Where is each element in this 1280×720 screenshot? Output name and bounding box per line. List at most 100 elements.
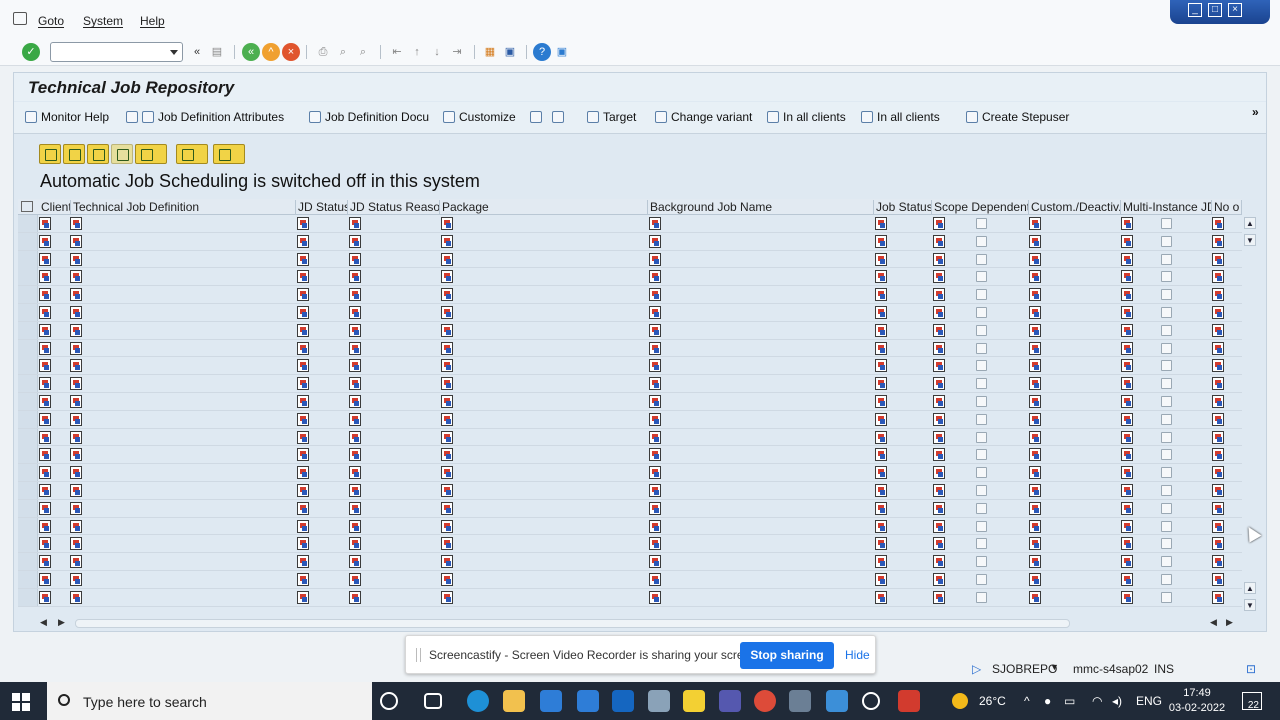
row-selector[interactable] <box>18 303 38 321</box>
change-variant-button[interactable]: Change variant <box>655 110 752 124</box>
scroll-right-end-icon[interactable]: ▶ <box>1226 617 1233 628</box>
checkbox[interactable] <box>1161 395 1172 407</box>
table-row[interactable] <box>18 339 1242 358</box>
table-row[interactable] <box>18 410 1242 429</box>
wifi-icon[interactable]: ◠ <box>1092 694 1102 708</box>
undo-button[interactable] <box>552 110 568 124</box>
row-selector[interactable] <box>18 392 38 410</box>
column-header[interactable]: Package <box>440 200 648 214</box>
checkbox[interactable] <box>1161 289 1172 301</box>
row-selector[interactable] <box>18 428 38 446</box>
checkbox[interactable] <box>1161 591 1172 603</box>
table-row[interactable] <box>18 446 1242 465</box>
table-row[interactable] <box>18 357 1242 376</box>
battery-icon[interactable]: ▭ <box>1064 694 1075 708</box>
edge-icon[interactable] <box>467 690 489 712</box>
table-row[interactable] <box>18 428 1242 447</box>
checkbox[interactable] <box>976 378 987 390</box>
checkbox[interactable] <box>976 573 987 585</box>
magic-wand-button[interactable] <box>530 110 546 124</box>
table-row[interactable] <box>18 215 1242 233</box>
clock[interactable]: 17:49 03-02-2022 <box>1168 686 1226 716</box>
find-icon[interactable] <box>87 144 109 164</box>
maximize-icon[interactable]: □ <box>1208 3 1222 17</box>
file-explorer-icon[interactable] <box>503 690 525 712</box>
hide-button[interactable]: Hide <box>845 648 870 662</box>
page-up-icon[interactable]: ▲ <box>1244 582 1256 594</box>
table-row[interactable] <box>18 250 1242 269</box>
row-selector[interactable] <box>18 570 38 588</box>
checkbox[interactable] <box>1161 484 1172 496</box>
scroll-thumb[interactable] <box>75 619 1070 628</box>
checkbox[interactable] <box>1161 573 1172 585</box>
weather-icon[interactable] <box>952 693 968 709</box>
table-row[interactable] <box>18 232 1242 251</box>
menu-help[interactable]: Help <box>140 14 165 28</box>
store-icon[interactable] <box>540 690 562 712</box>
new-session-icon[interactable]: ▦ <box>481 43 499 61</box>
checkbox[interactable] <box>976 395 987 407</box>
customize-button[interactable]: Customize <box>443 110 516 124</box>
help-icon[interactable]: ? <box>533 43 551 61</box>
row-selector[interactable] <box>18 232 38 250</box>
row-selector[interactable] <box>18 410 38 428</box>
page-down-icon[interactable]: ▼ <box>1244 234 1256 246</box>
job-definition-docu-button[interactable]: Job Definition Docu <box>309 110 429 124</box>
language[interactable]: ENG <box>1136 694 1162 708</box>
column-header[interactable]: JD Status <box>296 200 348 214</box>
monitor-help-button[interactable]: Monitor Help <box>25 110 109 124</box>
row-selector[interactable] <box>18 250 38 268</box>
collapse-icon[interactable]: « <box>188 43 206 61</box>
close-icon[interactable]: × <box>1228 3 1242 17</box>
minimize-icon[interactable]: _ <box>1188 3 1202 17</box>
checkbox[interactable] <box>1161 502 1172 514</box>
menu-system[interactable]: System <box>83 14 123 28</box>
checkbox[interactable] <box>1161 360 1172 372</box>
app-icon[interactable] <box>898 690 920 712</box>
prev-page-icon[interactable]: ↑ <box>408 43 426 61</box>
settings-gear-icon[interactable] <box>862 692 880 710</box>
checkbox[interactable] <box>976 235 987 247</box>
checkbox[interactable] <box>976 413 987 425</box>
table-row[interactable] <box>18 375 1242 393</box>
task-view-icon[interactable] <box>424 693 442 709</box>
checkbox[interactable] <box>1161 449 1172 461</box>
mail-icon[interactable] <box>577 690 599 712</box>
in-all-clients-button[interactable]: In all clients <box>767 110 846 124</box>
table-row[interactable] <box>18 303 1242 322</box>
create-stepuser-button[interactable]: Create Stepuser <box>966 110 1069 124</box>
select-all-icon[interactable] <box>21 201 33 212</box>
column-header[interactable]: Background Job Name <box>648 200 874 214</box>
checkbox[interactable] <box>976 253 987 265</box>
microphone-icon[interactable]: ● <box>1044 694 1051 708</box>
export-icon[interactable] <box>176 144 208 164</box>
checkbox[interactable] <box>1161 378 1172 390</box>
column-header[interactable]: Client <box>39 200 71 214</box>
row-selector[interactable] <box>18 446 38 464</box>
row-selector[interactable] <box>18 286 38 304</box>
checkbox[interactable] <box>976 449 987 461</box>
table-row[interactable] <box>18 464 1242 482</box>
menu-goto[interactable]: Goto <box>38 14 64 28</box>
column-header[interactable]: Scope Dependent <box>932 200 1029 214</box>
checkbox[interactable] <box>976 342 987 354</box>
chrome-icon[interactable] <box>754 690 776 712</box>
row-selector[interactable] <box>18 588 38 606</box>
row-selector[interactable] <box>18 481 38 499</box>
row-selector[interactable] <box>18 339 38 357</box>
row-selector[interactable] <box>18 535 38 553</box>
column-header[interactable]: JD Status Reason <box>348 200 440 214</box>
checkbox[interactable] <box>976 324 987 336</box>
checkbox[interactable] <box>976 431 987 443</box>
filter-icon[interactable] <box>135 144 167 164</box>
last-page-icon[interactable]: ⇥ <box>448 43 466 61</box>
print-icon[interactable]: ⎙ <box>314 43 332 61</box>
layout-icon[interactable] <box>213 144 245 164</box>
checkbox[interactable] <box>976 484 987 496</box>
find-next-icon[interactable]: ⌕ <box>354 43 372 61</box>
exit-icon[interactable]: ^ <box>262 43 280 61</box>
table-row[interactable] <box>18 392 1242 411</box>
checkbox[interactable] <box>1161 218 1172 229</box>
next-page-icon[interactable]: ↓ <box>428 43 446 61</box>
checkbox[interactable] <box>976 271 987 283</box>
